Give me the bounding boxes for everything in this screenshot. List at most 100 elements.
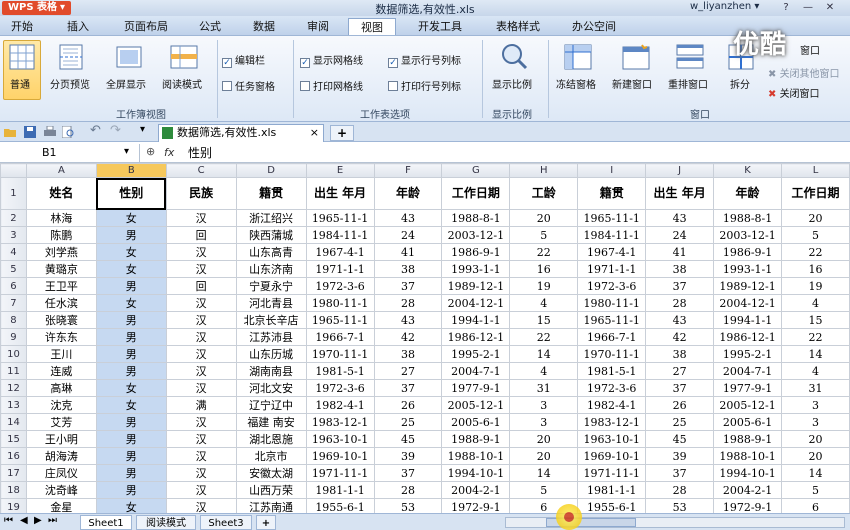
table-cell[interactable]: 43 (373, 311, 443, 329)
add-sheet-button[interactable]: + (256, 515, 276, 530)
table-cell[interactable]: 42 (373, 328, 443, 346)
new-window-label[interactable]: 新建窗口 (612, 76, 652, 91)
table-cell[interactable]: 1969-10-1 (305, 447, 375, 465)
table-cell[interactable]: 张晓寰 (25, 311, 97, 329)
table-cell[interactable]: 山东济南 (235, 260, 307, 278)
print-preview-icon[interactable] (62, 126, 74, 138)
table-cell[interactable]: 汉 (165, 413, 237, 431)
table-cell[interactable]: 黄璐京 (25, 260, 97, 278)
column-header[interactable]: H (509, 163, 579, 178)
table-cell[interactable]: 4 (781, 294, 850, 312)
table-cell[interactable]: 38 (645, 260, 715, 278)
table-cell[interactable]: 1982-4-1 (305, 396, 375, 414)
table-cell[interactable]: 1988-9-1 (441, 430, 511, 448)
print-icon[interactable] (44, 126, 56, 138)
table-cell[interactable]: 连威 (25, 362, 97, 380)
table-cell[interactable]: 2004-7-1 (441, 362, 511, 380)
table-cell[interactable]: 2005-12-1 (441, 396, 511, 414)
table-cell[interactable]: 1986-9-1 (441, 243, 511, 261)
table-cell[interactable]: 浙江绍兴 (235, 209, 307, 227)
table-cell[interactable]: 1981-1-1 (577, 481, 647, 499)
table-cell[interactable]: 20 (509, 447, 579, 465)
table-cell[interactable]: 16 (509, 260, 579, 278)
table-cell[interactable]: 1971-1-1 (305, 260, 375, 278)
help-icon[interactable]: ? (775, 0, 797, 15)
table-cell[interactable]: 2005-6-1 (713, 413, 783, 431)
print-gridlines-checkbox[interactable]: 打印网格线 (300, 78, 363, 93)
table-cell[interactable]: 37 (373, 379, 443, 397)
table-cell[interactable]: 1994-10-1 (441, 464, 511, 482)
name-box-dropdown-icon[interactable]: ▾ (124, 146, 129, 157)
table-cell[interactable]: 24 (645, 226, 715, 244)
table-cell[interactable]: 1988-10-1 (441, 447, 511, 465)
column-header[interactable]: F (373, 163, 443, 178)
freeze-panes-label[interactable]: 冻结窗格 (556, 76, 596, 91)
row-header[interactable]: 6 (0, 277, 27, 295)
table-cell[interactable]: 20 (509, 209, 579, 227)
table-cell[interactable]: 汉 (165, 209, 237, 227)
table-cell[interactable]: 27 (373, 362, 443, 380)
row-header[interactable]: 1 (0, 177, 27, 210)
table-cell[interactable]: 31 (509, 379, 579, 397)
table-cell[interactable]: 1971-11-1 (577, 464, 647, 482)
table-cell[interactable]: 湖北恩施 (235, 430, 307, 448)
table-cell[interactable]: 湖南南县 (235, 362, 307, 380)
gridlines-checkbox[interactable]: ✓ 显示网格线 (300, 52, 363, 68)
table-cell[interactable]: 山东历城 (235, 345, 307, 363)
tab-developer[interactable]: 开发工具 (408, 18, 472, 35)
row-header[interactable]: 3 (0, 226, 27, 244)
table-cell[interactable]: 2004-2-1 (713, 481, 783, 499)
header-cell[interactable]: 姓名 (25, 177, 97, 210)
table-cell[interactable]: 37 (373, 277, 443, 295)
row-header[interactable]: 8 (0, 311, 27, 329)
table-cell[interactable]: 1981-5-1 (577, 362, 647, 380)
table-cell[interactable]: 1969-10-1 (577, 447, 647, 465)
header-cell[interactable]: 出生 年月 (305, 177, 375, 210)
page-break-preview-icon[interactable] (58, 44, 84, 70)
table-cell[interactable]: 37 (373, 464, 443, 482)
table-cell[interactable]: 20 (509, 430, 579, 448)
minimize-icon[interactable]: — (797, 0, 819, 15)
table-cell[interactable]: 女 (95, 396, 167, 414)
table-cell[interactable]: 2004-2-1 (441, 481, 511, 499)
reading-mode-icon[interactable] (170, 44, 198, 70)
table-cell[interactable]: 汉 (165, 430, 237, 448)
table-cell[interactable]: 2004-12-1 (713, 294, 783, 312)
table-cell[interactable]: 4 (781, 362, 850, 380)
table-cell[interactable]: 37 (645, 379, 715, 397)
column-header[interactable]: C (165, 163, 237, 178)
table-cell[interactable]: 22 (781, 328, 850, 346)
table-cell[interactable]: 25 (645, 413, 715, 431)
table-cell[interactable]: 1980-11-1 (577, 294, 647, 312)
table-cell[interactable]: 1977-9-1 (713, 379, 783, 397)
table-cell[interactable]: 刘学燕 (25, 243, 97, 261)
sheet-tab-reading-mode[interactable]: 阅读模式 (136, 515, 196, 530)
table-cell[interactable]: 5 (781, 481, 850, 499)
table-cell[interactable]: 任水滨 (25, 294, 97, 312)
column-header[interactable]: E (305, 163, 375, 178)
table-cell[interactable]: 38 (373, 345, 443, 363)
headings-checkbox[interactable]: ✓ 显示行号列标 (388, 52, 461, 68)
close-icon[interactable]: ✕ (819, 0, 841, 15)
table-cell[interactable]: 1994-1-1 (441, 311, 511, 329)
table-cell[interactable]: 2005-6-1 (441, 413, 511, 431)
customize-toolbar-icon[interactable]: ▾ (140, 124, 145, 135)
row-header[interactable]: 13 (0, 396, 27, 414)
edit-bar-checkbox[interactable]: ✓ 编辑栏 (222, 52, 265, 68)
table-cell[interactable]: 1984-11-1 (577, 226, 647, 244)
row-header[interactable]: 11 (0, 362, 27, 380)
row-header[interactable]: 4 (0, 243, 27, 261)
table-cell[interactable]: 汉 (165, 464, 237, 482)
table-cell[interactable]: 1988-10-1 (713, 447, 783, 465)
table-cell[interactable]: 1971-1-1 (577, 260, 647, 278)
new-tab-button[interactable]: + (330, 125, 354, 141)
print-headings-checkbox[interactable]: 打印行号列标 (388, 78, 461, 93)
header-cell[interactable]: 年龄 (373, 177, 443, 210)
table-cell[interactable]: 男 (95, 430, 167, 448)
table-cell[interactable]: 1995-2-1 (713, 345, 783, 363)
tab-review[interactable]: 审阅 (298, 18, 338, 35)
row-header[interactable]: 7 (0, 294, 27, 312)
table-cell[interactable]: 男 (95, 345, 167, 363)
table-cell[interactable]: 1963-10-1 (577, 430, 647, 448)
column-header[interactable]: K (713, 163, 783, 178)
